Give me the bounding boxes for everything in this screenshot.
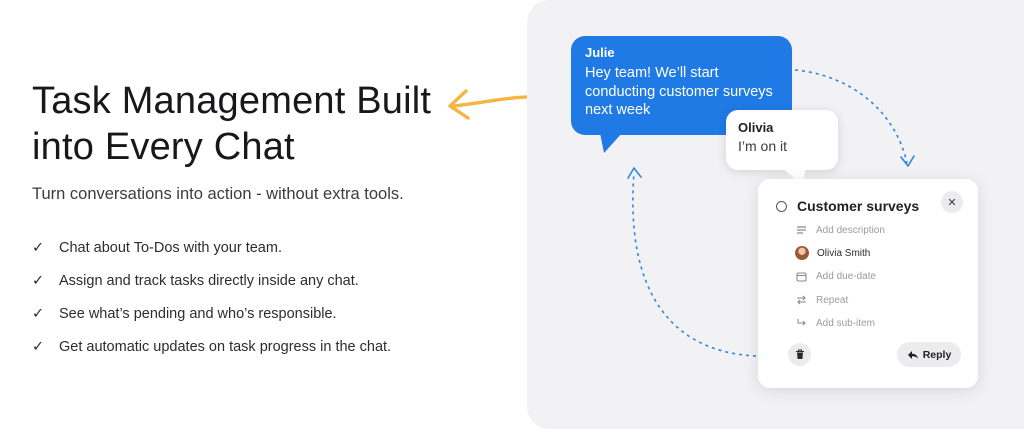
repeat-row[interactable]: Repeat: [795, 292, 848, 308]
repeat-icon: [795, 294, 807, 306]
subitem-placeholder: Add sub-item: [816, 317, 875, 329]
subitem-icon: [795, 317, 807, 329]
description-placeholder: Add description: [816, 224, 885, 236]
message-text: I’m on it: [738, 138, 788, 154]
description-row[interactable]: Add description: [795, 222, 885, 238]
assignee-name: Olivia Smith: [817, 247, 871, 259]
description-icon: [795, 224, 807, 236]
close-button[interactable]: ✕: [941, 191, 963, 213]
reply-label: Reply: [922, 348, 952, 361]
calendar-icon: [795, 270, 807, 282]
sender-name: Olivia: [738, 120, 774, 135]
sender-name: Julie: [585, 45, 615, 60]
bubble-tail: [600, 133, 622, 153]
task-card: Customer surveys ✕ Add description Olivi…: [758, 179, 978, 388]
subitem-row[interactable]: Add sub-item: [795, 315, 875, 331]
avatar: [795, 246, 809, 260]
trash-icon: [795, 349, 804, 359]
chat-bubble-olivia: Olivia I’m on it: [726, 110, 838, 170]
due-date-row[interactable]: Add due-date: [795, 268, 876, 284]
repeat-label: Repeat: [816, 294, 849, 306]
delete-button[interactable]: [788, 343, 811, 366]
reply-button[interactable]: Reply: [897, 342, 961, 367]
due-date-placeholder: Add due-date: [816, 270, 877, 282]
task-title-row: Customer surveys: [776, 198, 919, 214]
task-status-checkbox[interactable]: [776, 200, 787, 212]
task-title[interactable]: Customer surveys: [797, 198, 919, 214]
close-icon: ✕: [947, 196, 957, 209]
reply-icon: [907, 350, 918, 359]
assignee-row[interactable]: Olivia Smith: [795, 245, 870, 261]
